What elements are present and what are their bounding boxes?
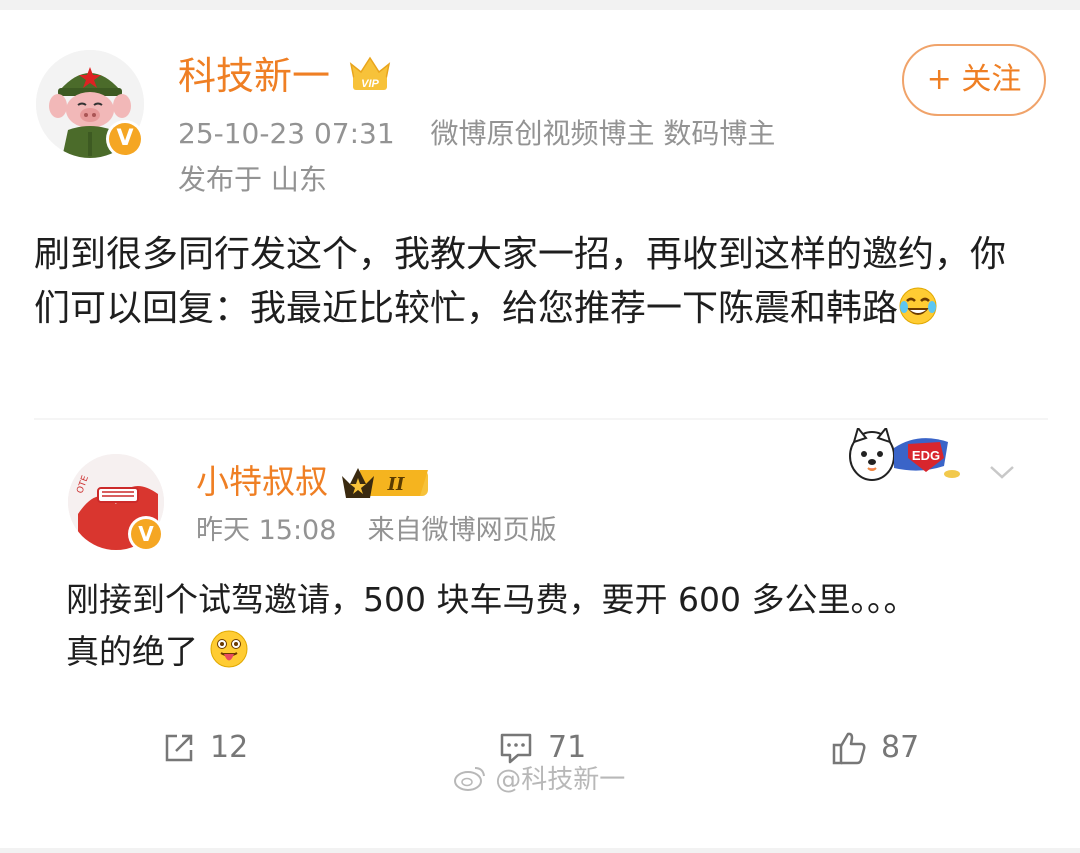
post-text: 刷到很多同行发这个，我教大家一招，再收到这样的邀约，你们可以回复：我最近比较忙，… bbox=[34, 234, 1007, 329]
fan-level-text: II bbox=[387, 474, 405, 495]
verified-badge-icon: V bbox=[106, 120, 144, 158]
tongue-out-emoji-icon bbox=[210, 630, 247, 668]
post-meta: 25-10-23 07:31 微博原创视频博主 数码博主 bbox=[178, 114, 775, 154]
post-location: 发布于 山东 bbox=[178, 163, 327, 196]
chevron-down-icon[interactable] bbox=[988, 462, 1016, 482]
weibo-logo-icon bbox=[454, 767, 485, 791]
follow-button[interactable]: + 关注 bbox=[902, 44, 1046, 116]
quoted-meta: 昨天 15:08 来自微博网页版 bbox=[196, 512, 557, 550]
quoted-text-line2: 真的绝了 bbox=[66, 632, 198, 671]
share-icon bbox=[165, 734, 193, 762]
quoted-verified-badge-icon: V bbox=[128, 516, 164, 552]
thumbs-up-icon bbox=[832, 732, 866, 765]
svg-text:VIP: VIP bbox=[361, 78, 379, 90]
quoted-source: 来自微博网页版 bbox=[367, 515, 557, 546]
fan-level-badge-icon: II bbox=[342, 468, 428, 498]
quoted-time: 昨天 15:08 bbox=[196, 515, 337, 546]
fan-sticker-icon: EDG bbox=[849, 428, 960, 481]
watermark-text: @科技新一 bbox=[495, 765, 626, 795]
verified-tags: 微博原创视频博主 数码博主 bbox=[430, 117, 776, 150]
top-divider bbox=[0, 0, 1080, 10]
quoted-body: 刚接到个试驾邀请，500 块车马费，要开 600 多公里。。。 真的绝了 bbox=[66, 574, 1026, 678]
post-timestamp: 25-10-23 07:31 bbox=[178, 117, 395, 150]
quoted-text-line1: 刚接到个试驾邀请，500 块车马费，要开 600 多公里。。。 bbox=[66, 580, 917, 619]
vip-crown-icon: VIP bbox=[349, 56, 391, 90]
quoted-author-name[interactable]: 小特叔叔 bbox=[196, 460, 328, 504]
like-count: 87 bbox=[881, 730, 920, 765]
share-button[interactable]: 12 bbox=[162, 726, 248, 770]
laugh-cry-emoji-icon bbox=[899, 287, 937, 325]
sticker-edg-text: EDG bbox=[912, 448, 940, 463]
like-button[interactable]: 87 bbox=[831, 726, 919, 770]
author-name[interactable]: 科技新一 bbox=[178, 52, 330, 100]
share-count: 12 bbox=[210, 730, 249, 765]
weibo-watermark: @科技新一 bbox=[453, 760, 625, 800]
bottom-divider bbox=[0, 848, 1080, 853]
post-body: 刷到很多同行发这个，我教大家一招，再收到这样的邀约，你们可以回复：我最近比较忙，… bbox=[34, 228, 1034, 336]
